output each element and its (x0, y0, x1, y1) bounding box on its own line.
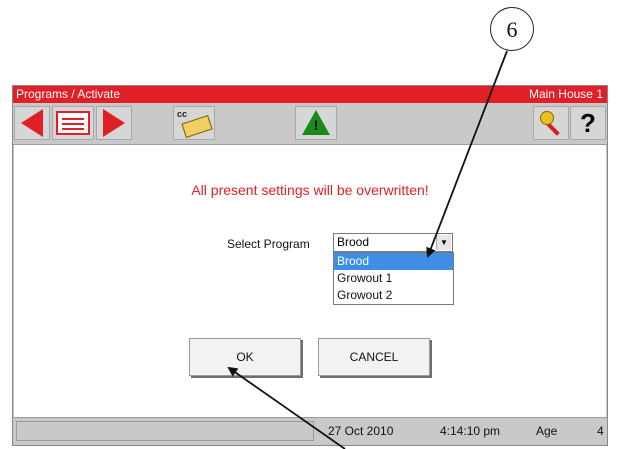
status-age-value: 4 (597, 424, 604, 438)
list-button[interactable] (52, 106, 94, 140)
hmi-screen: Programs / Activate Main House 1 cc ! ? … (12, 85, 608, 446)
key-icon (537, 109, 565, 137)
program-select-value: Brood (337, 235, 370, 249)
status-message-panel (16, 421, 314, 441)
help-button[interactable]: ? (570, 106, 606, 140)
arrow-right-icon (103, 109, 125, 137)
option-brood[interactable]: Brood (334, 253, 453, 270)
select-program-label: Select Program (227, 237, 310, 251)
option-growout-1[interactable]: Growout 1 (334, 270, 453, 287)
breadcrumb: Programs / Activate (16, 87, 121, 101)
status-bar: 27 Oct 2010 4:14:10 pm Age 4 (13, 417, 607, 445)
toolbar: cc ! ? (13, 103, 607, 145)
warning-icon: ! (302, 110, 330, 136)
status-age-label: Age (536, 424, 558, 438)
program-select[interactable]: Brood ▼ (333, 233, 453, 252)
chevron-down-icon[interactable]: ▼ (436, 235, 451, 250)
callout-number: 6 (490, 7, 534, 51)
main-content: All present settings will be overwritten… (14, 145, 606, 418)
cc-card-icon: cc (177, 109, 213, 138)
help-icon: ? (580, 107, 596, 138)
back-button[interactable] (14, 106, 50, 140)
ok-button[interactable]: OK (189, 338, 301, 376)
title-bar: Programs / Activate Main House 1 (13, 86, 607, 103)
cc-card-button[interactable]: cc (173, 106, 215, 140)
house-name: Main House 1 (528, 87, 603, 101)
option-growout-2[interactable]: Growout 2 (334, 287, 453, 304)
arrow-left-icon (21, 109, 43, 137)
overwrite-warning: All present settings will be overwritten… (191, 182, 429, 198)
list-icon (56, 111, 90, 135)
status-date: 27 Oct 2010 (328, 424, 394, 438)
program-dropdown-list: Brood Growout 1 Growout 2 (333, 252, 454, 305)
status-time: 4:14:10 pm (440, 424, 501, 438)
cc-text: cc (177, 109, 188, 119)
alarm-button[interactable]: ! (295, 106, 337, 140)
key-button[interactable] (533, 106, 569, 140)
cancel-button[interactable]: CANCEL (318, 338, 430, 376)
forward-button[interactable] (96, 106, 132, 140)
